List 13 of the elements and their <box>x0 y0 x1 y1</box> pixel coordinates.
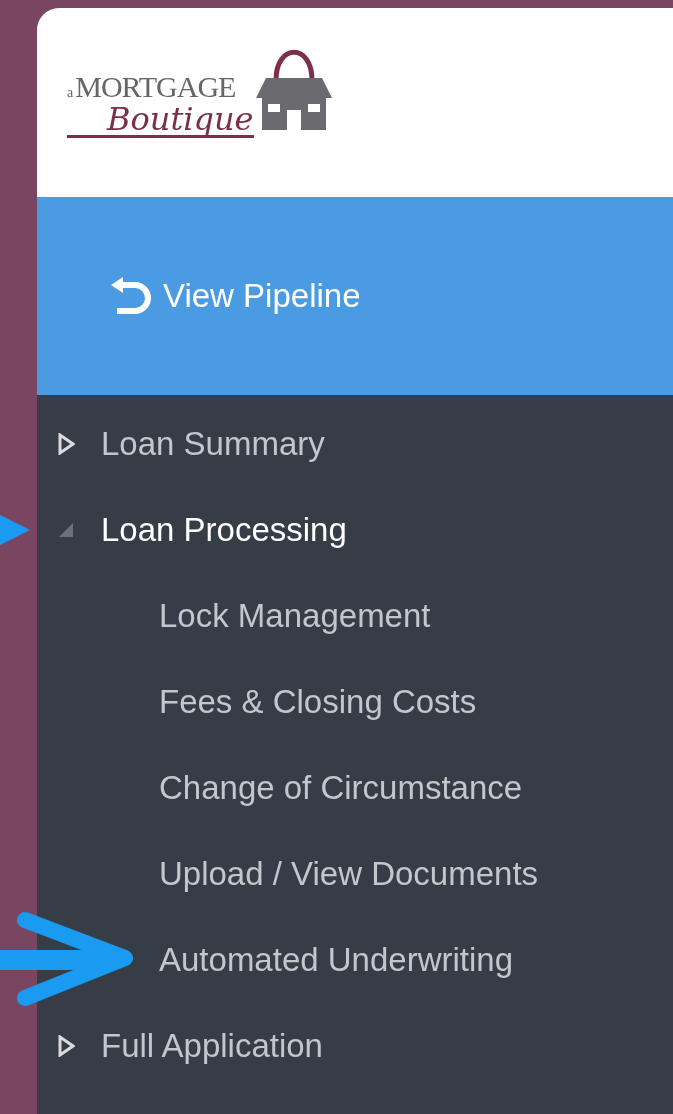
nav-subitem[interactable]: Upload / View Documents <box>159 849 539 899</box>
nav-item[interactable]: Loan Processing <box>101 505 347 555</box>
nav-subitem[interactable]: Lock Management <box>159 591 431 641</box>
logo-script: Boutique <box>67 103 254 138</box>
nav-subitem[interactable]: Change of Circumstance <box>159 763 523 813</box>
logo-text: a <box>67 84 74 102</box>
nav-subitem[interactable]: Fees & Closing Costs <box>159 677 477 727</box>
nav-item[interactable]: Loan Summary <box>101 419 325 469</box>
caret-icon[interactable] <box>57 433 75 455</box>
caret-icon[interactable] <box>57 1035 75 1057</box>
logo-text: MORTGAGE <box>75 72 236 102</box>
nav-item[interactable]: Full Application <box>101 1021 323 1071</box>
nav-subitem[interactable]: Automated Underwriting <box>159 935 513 985</box>
